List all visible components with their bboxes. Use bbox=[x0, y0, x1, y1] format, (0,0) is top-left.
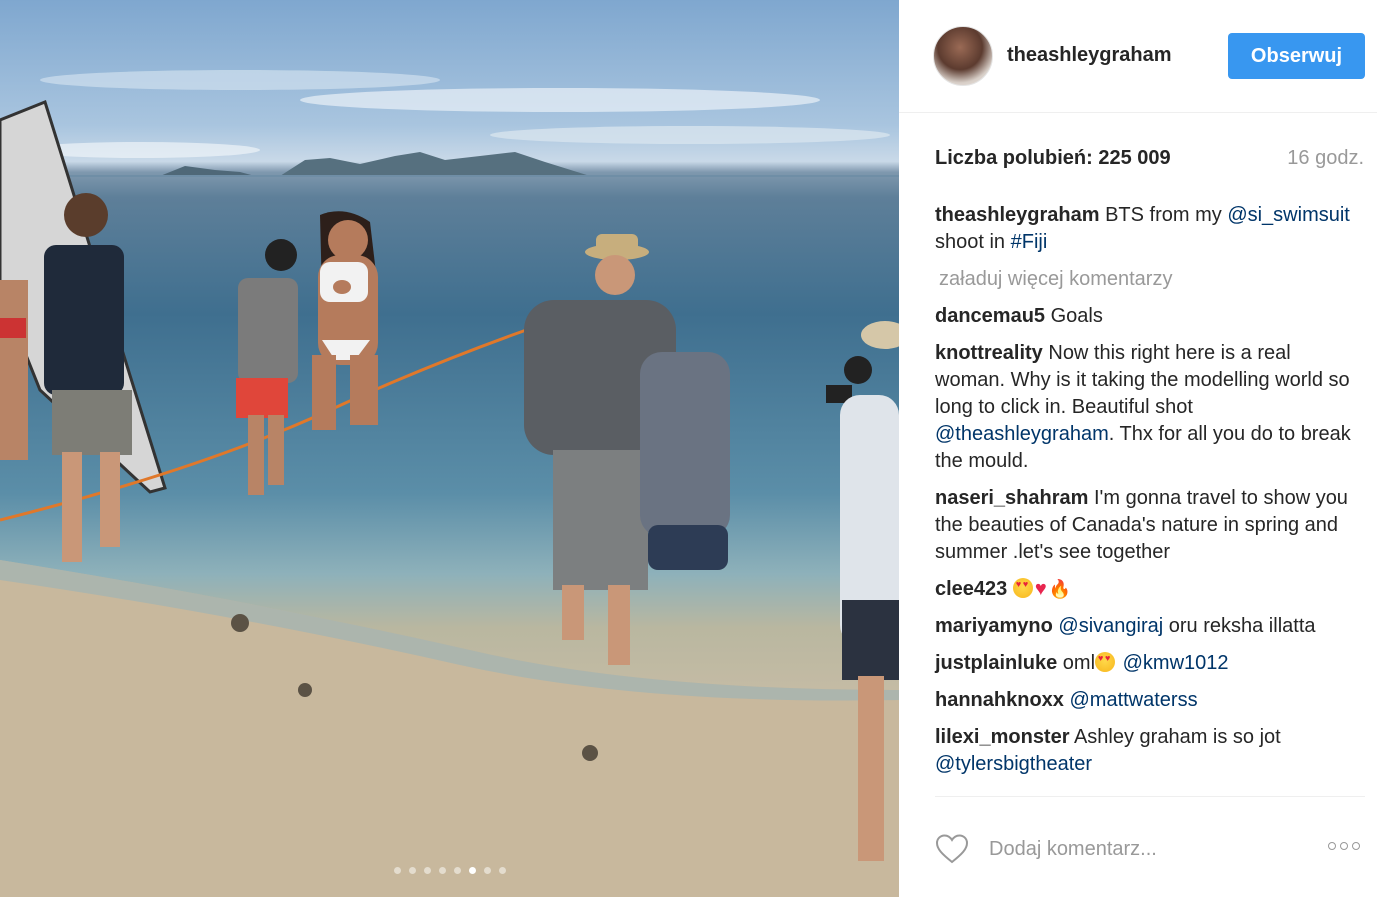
header-username[interactable]: theashleygraham bbox=[1007, 44, 1172, 67]
profile-avatar[interactable] bbox=[933, 26, 993, 86]
carousel-dot bbox=[468, 867, 476, 874]
carousel-dot bbox=[393, 867, 401, 874]
beach-photo-illustration bbox=[0, 70, 899, 897]
carousel-dot bbox=[498, 867, 506, 874]
comment: justplainluke oml @kmw1012 bbox=[935, 650, 1365, 677]
comment-username[interactable]: justplainluke bbox=[935, 652, 1057, 674]
carousel-dot bbox=[423, 867, 431, 874]
likes-count[interactable]: Liczba polubień: 225 009 bbox=[935, 147, 1171, 170]
carousel-dot bbox=[438, 867, 446, 874]
caption-mention[interactable]: @si_swimsuit bbox=[1227, 204, 1350, 226]
caption-hashtag[interactable]: #Fiji bbox=[1011, 231, 1048, 253]
follow-button[interactable]: Obserwuj bbox=[1228, 33, 1365, 79]
comment-text bbox=[1007, 578, 1013, 600]
caption: theashleygraham BTS from my @si_swimsuit… bbox=[935, 202, 1365, 256]
fire-emoji-icon: 🔥 bbox=[1048, 579, 1072, 599]
comment-text: Ashley graham is so jot bbox=[1069, 726, 1281, 748]
post-header: theashleygraham Obserwuj bbox=[899, 0, 1377, 113]
comment: knottreality Now this right here is a re… bbox=[935, 340, 1365, 475]
comment: clee423 ♥🔥 bbox=[935, 576, 1365, 603]
heart-eyes-emoji-icon bbox=[1012, 578, 1033, 598]
comment-username[interactable]: dancemau5 bbox=[935, 305, 1045, 327]
caption-username[interactable]: theashleygraham bbox=[935, 204, 1100, 226]
post-photo[interactable] bbox=[0, 0, 899, 897]
caption-text: BTS from my bbox=[1099, 204, 1228, 226]
heart-emoji-icon: ♥ bbox=[1034, 578, 1047, 600]
comment-username[interactable]: naseri_shahram bbox=[935, 487, 1088, 509]
carousel-dot bbox=[408, 867, 416, 874]
comment-username[interactable]: mariyamyno bbox=[935, 615, 1053, 637]
carousel-dot bbox=[453, 867, 461, 874]
comment: mariyamyno @sivangiraj oru reksha illatt… bbox=[935, 613, 1365, 640]
comment-text: oml bbox=[1057, 652, 1096, 674]
comment-username[interactable]: lilexi_monster bbox=[935, 726, 1070, 748]
comment-footer bbox=[935, 796, 1365, 898]
comment-mention[interactable]: @mattwaterss bbox=[1069, 689, 1197, 711]
comment-mention[interactable]: @sivangiraj bbox=[1058, 615, 1163, 637]
comment-mention[interactable]: @theashleygraham bbox=[935, 423, 1109, 445]
post-side-panel: theashleygraham Obserwuj Liczba polubień… bbox=[899, 0, 1377, 897]
comment-text-after: oru reksha illatta bbox=[1163, 615, 1316, 637]
comment-mention[interactable]: @tylersbigtheater bbox=[935, 753, 1092, 775]
comment: hannahknoxx @mattwaterss bbox=[935, 687, 1365, 714]
comment: dancemau5 Goals bbox=[935, 303, 1365, 330]
comment-username[interactable]: knottreality bbox=[935, 342, 1043, 364]
comment-text: Goals bbox=[1045, 305, 1103, 327]
comment-username[interactable]: clee423 bbox=[935, 578, 1007, 600]
comment-username[interactable]: hannahknoxx bbox=[935, 689, 1064, 711]
comment-mention[interactable]: @kmw1012 bbox=[1123, 652, 1229, 674]
comment: naseri_shahram I'm gonna travel to show … bbox=[935, 485, 1365, 566]
comments-list: theashleygraham BTS from my @si_swimsuit… bbox=[935, 202, 1365, 788]
heart-outline-icon[interactable] bbox=[935, 833, 969, 865]
heart-eyes-emoji-icon bbox=[1095, 652, 1116, 672]
comment: lilexi_monster Ashley graham is so jot @… bbox=[935, 724, 1365, 778]
carousel-indicator bbox=[0, 867, 899, 874]
carousel-dot bbox=[483, 867, 491, 874]
post-timestamp[interactable]: 16 godz. bbox=[1287, 147, 1364, 170]
load-more-comments-link[interactable]: załaduj więcej komentarzy bbox=[939, 266, 1365, 293]
caption-text-2: shoot in bbox=[935, 231, 1011, 253]
add-comment-input[interactable] bbox=[987, 833, 1291, 865]
more-options-icon[interactable] bbox=[1328, 842, 1364, 850]
